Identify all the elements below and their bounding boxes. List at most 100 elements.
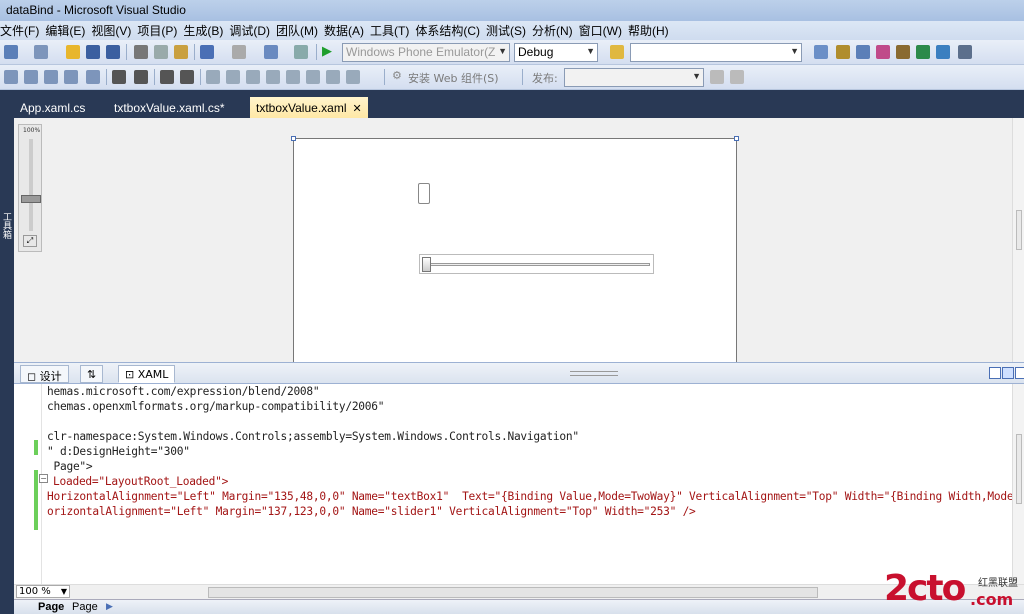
menu-edit[interactable]: 编辑(E): [45, 22, 91, 39]
menu-file[interactable]: 文件(F): [0, 22, 45, 39]
tab-app-xaml-cs[interactable]: App.xaml.cs: [14, 97, 91, 118]
collapse-icon[interactable]: −: [39, 474, 48, 483]
install-web-components[interactable]: 安装 Web 组件(S): [408, 70, 499, 86]
comment-icon[interactable]: [86, 70, 100, 84]
menu-analyze[interactable]: 分析(N): [532, 22, 579, 39]
save-all-icon[interactable]: [106, 45, 120, 59]
publish-combo[interactable]: ▼: [564, 68, 704, 87]
menu-team[interactable]: 团队(M): [276, 22, 324, 39]
publish-settings-icon[interactable]: [730, 70, 744, 84]
debug-target-combo[interactable]: Windows Phone Emulator(Z ▼: [342, 43, 510, 62]
code-line[interactable]: orizontalAlignment="Left" Margin="137,12…: [47, 504, 696, 519]
menu-view[interactable]: 视图(V): [91, 22, 137, 39]
menu-debug[interactable]: 调试(D): [229, 22, 276, 39]
copy-icon[interactable]: [154, 45, 168, 59]
extension-manager-icon[interactable]: [916, 45, 930, 59]
align-centers-icon[interactable]: [24, 70, 38, 84]
toolbox-label[interactable]: 工具箱: [1, 212, 13, 239]
new-project-icon[interactable]: [4, 45, 18, 59]
navigate-forward-icon[interactable]: [294, 45, 308, 59]
toolbox-strip[interactable]: 工具箱: [0, 94, 14, 594]
close-icon[interactable]: ✕: [353, 103, 362, 115]
start-page-icon[interactable]: [936, 45, 950, 59]
breadcrumb-page-type[interactable]: Page: [72, 601, 98, 613]
increase-indent-icon[interactable]: [134, 70, 148, 84]
code-line[interactable]: chemas.openxmlformats.org/markup-compati…: [47, 399, 385, 414]
horizontal-split-icon[interactable]: [1002, 367, 1014, 379]
save-icon[interactable]: [86, 45, 100, 59]
tab-txtboxvalue-xaml[interactable]: txtboxValue.xaml ✕: [250, 97, 368, 118]
find-combo[interactable]: ▼: [630, 43, 802, 62]
next-bookmark-icon[interactable]: [246, 70, 260, 84]
code-line[interactable]: clr-namespace:System.Windows.Controls;as…: [47, 429, 579, 444]
open-file-icon[interactable]: [66, 45, 80, 59]
splitter-grip[interactable]: [570, 371, 618, 376]
prev-bookmark-folder-icon[interactable]: [266, 70, 280, 84]
bookmark-icon[interactable]: [206, 70, 220, 84]
cut-icon[interactable]: [134, 45, 148, 59]
editor-hscrollbar[interactable]: [14, 584, 1024, 599]
hscroll-thumb[interactable]: [208, 587, 818, 598]
chevron-right-icon[interactable]: ▶: [106, 601, 113, 612]
zoom-combo[interactable]: 100 % ▼: [16, 585, 70, 598]
align-lefts-icon[interactable]: [4, 70, 18, 84]
start-debugging-icon[interactable]: ▶: [322, 44, 332, 59]
redo-icon[interactable]: [232, 45, 246, 59]
menu-data[interactable]: 数据(A): [324, 22, 370, 39]
menu-project[interactable]: 项目(P): [137, 22, 183, 39]
code-line[interactable]: Page">: [47, 459, 92, 474]
uncomment-lines-icon[interactable]: [180, 70, 194, 84]
next-bookmark-folder-icon[interactable]: [286, 70, 300, 84]
swap-panes-button[interactable]: ⇅: [80, 365, 104, 383]
design-icon: ◻: [27, 370, 37, 383]
menu-help[interactable]: 帮助(H): [628, 22, 675, 39]
solution-config-combo[interactable]: Debug ▼: [514, 43, 598, 62]
menu-build[interactable]: 生成(B): [183, 22, 229, 39]
textbox1-preview[interactable]: [418, 183, 430, 204]
toolbox-icon[interactable]: [876, 45, 890, 59]
prev-bookmark-icon[interactable]: [226, 70, 240, 84]
object-browser-icon[interactable]: [856, 45, 870, 59]
window-layout-icon[interactable]: [958, 45, 972, 59]
tab-txtboxvalue-xaml-cs[interactable]: txtboxValue.xaml.cs*: [108, 97, 231, 118]
fit-to-window-icon[interactable]: ⤢: [23, 235, 37, 247]
paste-icon[interactable]: [174, 45, 188, 59]
tab-design[interactable]: ◻ 设计: [20, 365, 69, 383]
menu-test[interactable]: 测试(S): [486, 22, 532, 39]
breadcrumb-page[interactable]: Page: [38, 601, 64, 613]
font-size-icon[interactable]: [64, 70, 78, 84]
comment-lines-icon[interactable]: [160, 70, 174, 84]
page-artboard[interactable]: [291, 136, 739, 364]
align-rights-icon[interactable]: [44, 70, 58, 84]
tab-xaml[interactable]: ⊡ XAML: [118, 365, 176, 383]
find-in-files-icon[interactable]: [610, 45, 624, 59]
solution-explorer-icon[interactable]: [814, 45, 828, 59]
code-line[interactable]: " d:DesignHeight="300": [47, 444, 190, 459]
slider-thumb[interactable]: [422, 257, 431, 272]
editor-scrollbar[interactable]: [1012, 384, 1024, 584]
add-item-icon[interactable]: [34, 45, 48, 59]
resize-handle[interactable]: [734, 136, 739, 141]
code-line[interactable]: HorizontalAlignment="Left" Margin="135,4…: [47, 489, 1020, 504]
zoom-slider[interactable]: 100% ⤢: [18, 124, 42, 252]
navigate-backward-icon[interactable]: [264, 45, 278, 59]
undo-icon[interactable]: [200, 45, 214, 59]
properties-icon[interactable]: [836, 45, 850, 59]
next-bookmark-doc-icon[interactable]: [326, 70, 340, 84]
decrease-indent-icon[interactable]: [112, 70, 126, 84]
clear-bookmarks-icon[interactable]: [346, 70, 360, 84]
menu-architecture[interactable]: 体系结构(C): [415, 22, 486, 39]
code-line[interactable]: hemas.microsoft.com/expression/blend/200…: [47, 384, 320, 399]
code-line[interactable]: Loaded="LayoutRoot_Loaded">: [53, 474, 228, 489]
slider1-preview[interactable]: [419, 254, 654, 274]
zoom-thumb[interactable]: [21, 195, 41, 203]
publish-web-icon[interactable]: [710, 70, 724, 84]
resize-handle[interactable]: [291, 136, 296, 141]
tools-icon[interactable]: [896, 45, 910, 59]
menu-window[interactable]: 窗口(W): [579, 22, 628, 39]
menu-tools[interactable]: 工具(T): [370, 22, 415, 39]
vertical-split-icon[interactable]: [989, 367, 1001, 379]
collapse-pane-icon[interactable]: [1015, 367, 1024, 379]
prev-bookmark-doc-icon[interactable]: [306, 70, 320, 84]
design-scrollbar[interactable]: [1012, 118, 1024, 364]
